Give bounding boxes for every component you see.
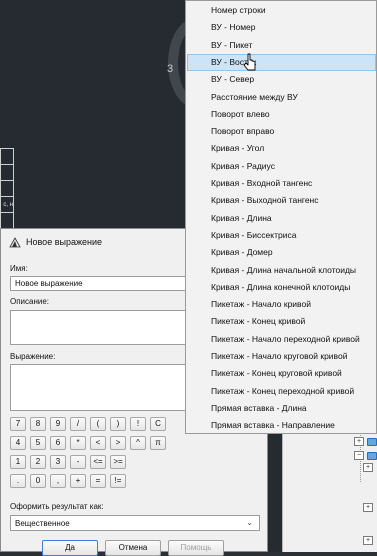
format-result-label: Оформить результат как:	[10, 502, 104, 511]
keypad-button[interactable]: π	[150, 436, 166, 450]
keypad-button[interactable]: 7	[10, 417, 26, 431]
keypad-button[interactable]: )	[110, 417, 126, 431]
civil3d-app-icon	[9, 237, 21, 248]
keypad-button[interactable]: 6	[50, 436, 66, 450]
keypad-button[interactable]: -	[70, 455, 86, 469]
keypad-button[interactable]: =	[90, 474, 106, 488]
keypad-button[interactable]: <	[90, 436, 106, 450]
table-cell	[0, 180, 14, 197]
menu-item[interactable]: ВУ - Пикет	[187, 37, 376, 54]
menu-item[interactable]: Прямая вставка - Направление	[187, 417, 376, 434]
format-result-value: Вещественное	[15, 519, 70, 528]
keypad-button[interactable]: ^	[130, 436, 146, 450]
keypad-button[interactable]: +	[70, 474, 86, 488]
table-cell: c, н	[0, 196, 14, 213]
description-label: Описание:	[10, 297, 50, 306]
menu-item[interactable]: Кривая - Угол	[187, 140, 376, 157]
menu-item[interactable]: ВУ - Номер	[187, 19, 376, 36]
property-dropdown-menu: Номер строки ВУ - Номер ВУ - Пикет ВУ - Вос…	[185, 0, 377, 434]
keypad-button[interactable]: 2	[30, 455, 46, 469]
menu-item[interactable]: Кривая - Входной тангенс	[187, 175, 376, 192]
keypad-button[interactable]: 5	[30, 436, 46, 450]
tree-expand-icon[interactable]: +	[354, 437, 364, 446]
menu-item[interactable]: Кривая - Радиус	[187, 158, 376, 175]
keypad-button[interactable]: 8	[30, 417, 46, 431]
folder-icon	[367, 438, 377, 446]
menu-item[interactable]: Прямая вставка - Длина	[187, 400, 376, 417]
table-cell	[0, 164, 14, 181]
dialog-titlebar[interactable]: Новое выражение	[9, 235, 102, 249]
tree-collapse-icon[interactable]: −	[354, 451, 364, 460]
keypad-button[interactable]: >=	[110, 455, 126, 469]
keypad-button[interactable]: !=	[110, 474, 126, 488]
menu-item[interactable]: Пикетаж - Конец круговой кривой	[187, 365, 376, 382]
keypad-button[interactable]: .	[10, 474, 26, 488]
keypad-button[interactable]: 1	[10, 455, 26, 469]
menu-item[interactable]: Пикетаж - Начало переходной кривой	[187, 331, 376, 348]
table-cell	[0, 212, 14, 229]
dialog-title: Новое выражение	[26, 237, 102, 247]
menu-item[interactable]: Поворот вправо	[187, 123, 376, 140]
menu-item[interactable]: Пикетаж - Начало кривой	[187, 296, 376, 313]
menu-item[interactable]: Пикетаж - Конец переходной кривой	[187, 383, 376, 400]
keypad-button[interactable]: 3	[50, 455, 66, 469]
menu-item[interactable]: Кривая - Длина	[187, 210, 376, 227]
help-button[interactable]: Помощь	[168, 540, 224, 556]
expression-label: Выражение:	[10, 352, 56, 361]
menu-item[interactable]: Поворот влево	[187, 106, 376, 123]
chevron-down-icon: ⌄	[246, 518, 253, 527]
format-result-select[interactable]: Вещественное ⌄	[10, 515, 260, 531]
menu-item[interactable]: Расстояние между ВУ	[187, 89, 376, 106]
mouse-pointer-icon	[243, 53, 256, 71]
tree-expand-icon[interactable]: +	[363, 463, 373, 472]
menu-item[interactable]: Кривая - Выходной тангенс	[187, 192, 376, 209]
keypad-button[interactable]: <=	[90, 455, 106, 469]
tree-expand-icon[interactable]: +	[363, 503, 373, 512]
tree-expand-icon[interactable]: +	[363, 536, 373, 545]
keypad-button[interactable]: 4	[10, 436, 26, 450]
menu-item[interactable]: ВУ - Восток	[187, 53, 376, 71]
menu-item[interactable]: Пикетаж - Начало круговой кривой	[187, 348, 376, 365]
keypad-button[interactable]: *	[70, 436, 86, 450]
keypad-button[interactable]: !	[130, 417, 146, 431]
keypad-button[interactable]: ,	[50, 474, 66, 488]
menu-item[interactable]: Номер строки	[187, 2, 376, 19]
menu-item[interactable]: Кривая - Длина конечной клотоиды	[187, 279, 376, 296]
folder-icon	[367, 452, 377, 460]
menu-item[interactable]: Пикетаж - Конец кривой	[187, 313, 376, 330]
viewcube-label: 3	[167, 63, 174, 75]
keypad-button[interactable]: (	[90, 417, 106, 431]
ok-button[interactable]: Да	[42, 540, 98, 556]
keypad-button[interactable]: 9	[50, 417, 66, 431]
menu-item[interactable]: Кривая - Биссектриса	[187, 227, 376, 244]
menu-item[interactable]: Кривая - Домер	[187, 244, 376, 261]
keypad-button[interactable]: /	[70, 417, 86, 431]
name-label: Имя:	[10, 264, 28, 273]
cancel-button[interactable]: Отмена	[105, 540, 161, 556]
menu-item[interactable]: Кривая - Длина начальной клотоиды	[187, 262, 376, 279]
keypad-button[interactable]: >	[110, 436, 126, 450]
keypad-button[interactable]: C	[150, 417, 166, 431]
menu-item[interactable]: ВУ - Север	[187, 71, 376, 88]
keypad-button[interactable]: 0	[30, 474, 46, 488]
table-cell	[0, 148, 14, 165]
